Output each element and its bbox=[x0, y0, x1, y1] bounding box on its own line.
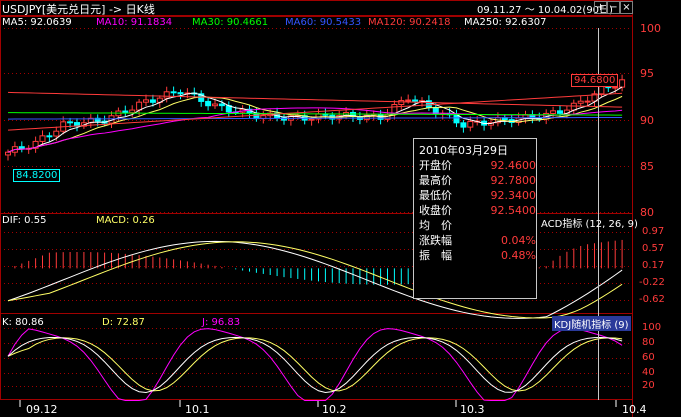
macd-axis-label: -0.62 bbox=[639, 294, 665, 305]
candlestick bbox=[87, 114, 94, 128]
tooltip-row-open: 开盘价 92.4600 bbox=[419, 159, 536, 172]
candlestick bbox=[205, 96, 212, 111]
x-axis-label: 10.4 bbox=[622, 403, 647, 416]
tooltip-row-amplitude: 振 幅 0.48% bbox=[419, 249, 536, 262]
candlestick bbox=[577, 95, 584, 107]
kdj-indicator-name[interactable]: KDJ随机指标 (9) bbox=[552, 316, 631, 331]
kdj-d-line bbox=[7, 337, 623, 392]
price-axis-label: 100 bbox=[640, 22, 661, 35]
macd-panel-frame bbox=[0, 213, 633, 314]
macd-axis-label: -0.22 bbox=[639, 277, 665, 288]
candlestick bbox=[25, 145, 32, 154]
kline-chart[interactable] bbox=[0, 0, 681, 417]
kdj-j-line bbox=[7, 328, 623, 401]
low-price-marker: 84.8200 bbox=[13, 169, 61, 182]
date-range: 09.11.27 ～ 10.04.02(90日) bbox=[477, 5, 613, 16]
candlestick bbox=[619, 74, 626, 92]
candlestick bbox=[570, 99, 577, 116]
candlestick bbox=[39, 130, 46, 145]
candlestick bbox=[591, 90, 598, 107]
ma250-label: MA250: 92.6307 bbox=[464, 17, 547, 28]
tooltip-date: 2010年03月29日 bbox=[419, 144, 508, 157]
ma120-label: MA120: 90.2418 bbox=[368, 17, 451, 28]
macd-axis-label: 0.97 bbox=[642, 226, 665, 237]
candlestick bbox=[453, 109, 460, 128]
candlestick bbox=[143, 94, 149, 107]
kdj-k-label: K: 80.86 bbox=[2, 317, 44, 328]
ma250-line bbox=[7, 92, 623, 131]
ma30-label: MA30: 90.4661 bbox=[192, 17, 269, 28]
symbol-title: USDJPY[美元兑日元] -> 日K线 bbox=[2, 3, 155, 16]
ohlc-tooltip: 2010年03月29日 开盘价 92.4600 最高价 92.7800 最低价 92.… bbox=[413, 138, 537, 299]
x-axis-label: 10.2 bbox=[322, 403, 347, 416]
candlestick bbox=[170, 86, 177, 97]
price-axis-label: 85 bbox=[640, 160, 654, 173]
ma10-label: MA10: 91.1834 bbox=[96, 17, 173, 28]
kdj-series bbox=[7, 328, 623, 401]
candlestick bbox=[501, 114, 508, 126]
tooltip-row-avg: 均 价 bbox=[419, 219, 452, 232]
tooltip-row-close: 收盘价 92.5400 bbox=[419, 204, 536, 217]
candlestick bbox=[398, 96, 405, 110]
kdj-axis-label: 20 bbox=[642, 380, 655, 391]
candlestick bbox=[46, 132, 53, 142]
kdj-j-label: J: 96.83 bbox=[202, 317, 241, 328]
candlestick bbox=[481, 118, 488, 131]
price-axis-label: 90 bbox=[640, 114, 654, 127]
candlestick bbox=[198, 90, 205, 107]
ma60-label: MA60: 90.5433 bbox=[285, 17, 362, 28]
macd-axis-label: 0.17 bbox=[642, 260, 665, 271]
macd-indicator-name[interactable]: ACD指标 (12, 26, 9) bbox=[541, 215, 638, 230]
candlestick bbox=[122, 105, 129, 117]
macd-dif-label: DIF: 0.55 bbox=[2, 215, 47, 226]
candlestick bbox=[260, 111, 267, 124]
kdj-axis-label: 80 bbox=[642, 337, 655, 348]
candlestick bbox=[246, 105, 253, 119]
tooltip-row-change: 涨跌幅 0.04% bbox=[419, 234, 536, 247]
candlestick bbox=[467, 116, 474, 132]
zoom-in-button[interactable]: + bbox=[594, 1, 607, 14]
candlestick bbox=[460, 119, 467, 133]
close-button[interactable]: × bbox=[620, 1, 633, 14]
candlestick bbox=[391, 100, 398, 120]
price-axis-label: 95 bbox=[640, 67, 654, 80]
kdj-axis-label: 100 bbox=[642, 322, 662, 333]
grid-lines bbox=[0, 0, 633, 417]
candlestick bbox=[74, 118, 80, 132]
ma60-line bbox=[7, 112, 623, 116]
candlestick bbox=[550, 106, 557, 119]
zoom-out-button[interactable]: − bbox=[607, 1, 620, 14]
tooltip-row-high: 最高价 92.7800 bbox=[419, 174, 536, 187]
ma120b-line bbox=[7, 91, 623, 108]
candlestick bbox=[225, 101, 232, 118]
candlestick bbox=[191, 87, 198, 98]
kdj-k-line bbox=[7, 336, 623, 393]
tooltip-row-low: 最低价 92.3400 bbox=[419, 189, 536, 202]
macd-axis-label: 0.57 bbox=[642, 243, 665, 254]
x-axis-label: 10.3 bbox=[460, 403, 485, 416]
candlestick bbox=[18, 141, 25, 153]
price-axis-label: 80 bbox=[640, 206, 654, 219]
x-axis-label: 09.12 bbox=[26, 403, 58, 416]
candlestick bbox=[281, 112, 287, 125]
kdj-axis-label: 60 bbox=[642, 352, 655, 363]
candlestick bbox=[177, 89, 184, 100]
candlestick bbox=[32, 136, 39, 153]
high-price-marker: 94.6800 bbox=[571, 74, 619, 87]
kdj-axis-label: 40 bbox=[642, 367, 655, 378]
ma5-label: MA5: 92.0639 bbox=[2, 17, 72, 28]
candlestick bbox=[529, 110, 536, 124]
x-axis-label: 10.1 bbox=[185, 403, 210, 416]
macd-value-label: MACD: 0.26 bbox=[96, 215, 155, 226]
kdj-d-label: D: 72.87 bbox=[102, 317, 145, 328]
